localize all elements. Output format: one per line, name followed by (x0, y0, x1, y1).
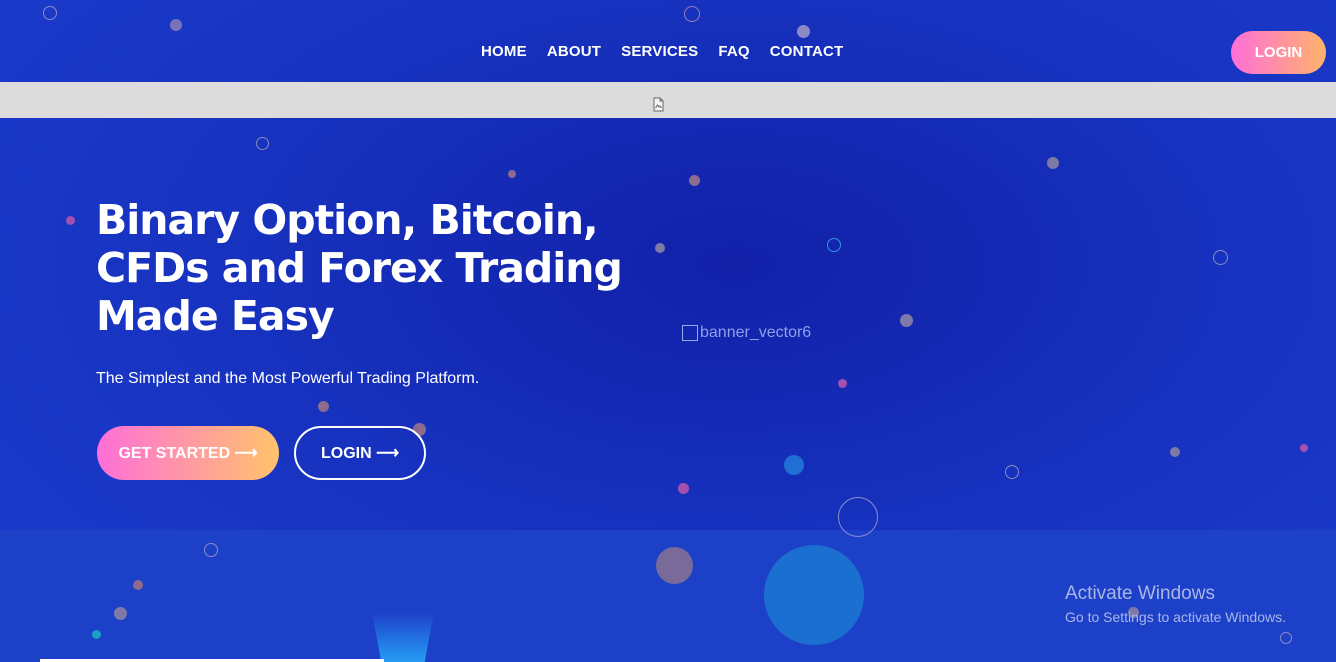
particle (1170, 447, 1180, 457)
particle (838, 497, 878, 537)
top-navigation: HOME ABOUT SERVICES FAQ CONTACT LOGIN (0, 0, 1336, 82)
watermark-subtitle: Go to Settings to activate Windows. (1065, 609, 1286, 625)
particle (1280, 632, 1292, 644)
broken-image-icon (653, 97, 664, 112)
particle (655, 243, 665, 253)
particle (508, 170, 516, 178)
banner-image-placeholder: banner_vector6 (682, 324, 811, 342)
particle (1005, 465, 1019, 479)
particle (66, 216, 75, 225)
particle (318, 401, 329, 412)
hero-title-line-2: CFDs and Forex Trading (96, 244, 623, 292)
particle (92, 630, 101, 639)
particle (678, 483, 689, 494)
particle (784, 455, 804, 475)
hero-login-button[interactable]: LOGIN ⟶ (294, 426, 426, 480)
particle (656, 547, 693, 584)
activate-windows-watermark: Activate Windows Go to Settings to activ… (1065, 583, 1286, 625)
watermark-title: Activate Windows (1065, 583, 1215, 604)
particle (1047, 157, 1059, 169)
hero-title: Binary Option, Bitcoin, CFDs and Forex T… (96, 196, 636, 340)
hero-title-line-1: Binary Option, Bitcoin, (96, 196, 599, 244)
particle (689, 175, 700, 186)
particle (1300, 444, 1308, 452)
particle (256, 137, 269, 150)
particle (827, 238, 841, 252)
nav-services-link[interactable]: SERVICES (621, 43, 698, 60)
particle (133, 580, 143, 590)
get-started-button[interactable]: GET STARTED ⟶ (97, 426, 279, 480)
hero-subtitle: The Simplest and the Most Powerful Tradi… (96, 370, 480, 387)
broken-image-strip (0, 82, 1336, 118)
broken-image-icon (682, 325, 698, 341)
particle (1213, 250, 1228, 265)
banner-alt-text: banner_vector6 (700, 324, 812, 341)
particle (114, 607, 127, 620)
particle (204, 543, 218, 557)
nav-home-link[interactable]: HOME (481, 43, 527, 60)
light-beam-decoration (372, 612, 434, 662)
header-login-button[interactable]: LOGIN (1231, 31, 1326, 74)
nav-contact-link[interactable]: CONTACT (770, 43, 844, 60)
particle (764, 545, 864, 645)
particle (838, 379, 847, 388)
hero-title-line-3: Made Easy (96, 292, 335, 340)
nav-faq-link[interactable]: FAQ (718, 43, 749, 60)
nav-about-link[interactable]: ABOUT (547, 43, 601, 60)
main-menu: HOME ABOUT SERVICES FAQ CONTACT (481, 43, 863, 60)
particle (900, 314, 913, 327)
